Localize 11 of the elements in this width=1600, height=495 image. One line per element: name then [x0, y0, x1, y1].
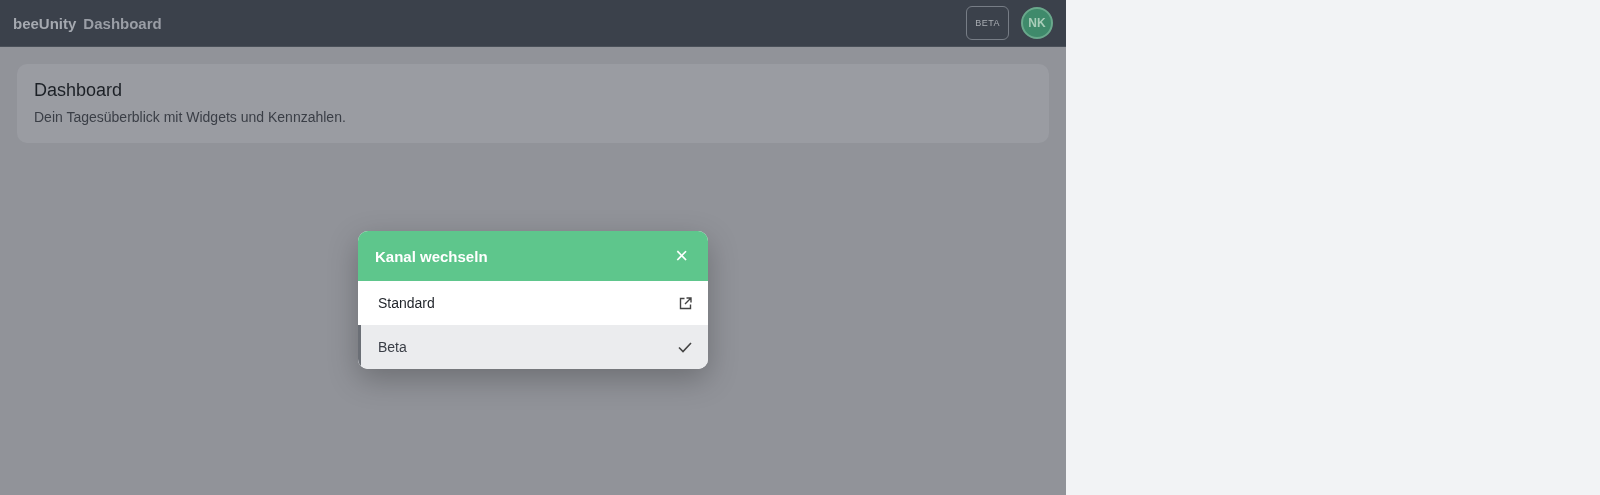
channel-button[interactable]: BETA — [966, 6, 1009, 40]
channel-option[interactable]: Beta — [358, 325, 708, 369]
page-subtitle: Dein Tagesüberblick mit Widgets und Kennzahlen. — [34, 109, 347, 125]
header-title: Dashboard — [83, 14, 163, 32]
brand-name: beeUnity — [13, 14, 77, 32]
dialog-title: Kanal wechseln — [375, 247, 489, 265]
external-link-icon — [679, 296, 692, 310]
check-icon — [678, 341, 692, 353]
page-title: Dashboard — [34, 80, 124, 101]
user-avatar[interactable]: NK — [1021, 7, 1053, 39]
channel-option[interactable]: Standard — [358, 281, 708, 325]
